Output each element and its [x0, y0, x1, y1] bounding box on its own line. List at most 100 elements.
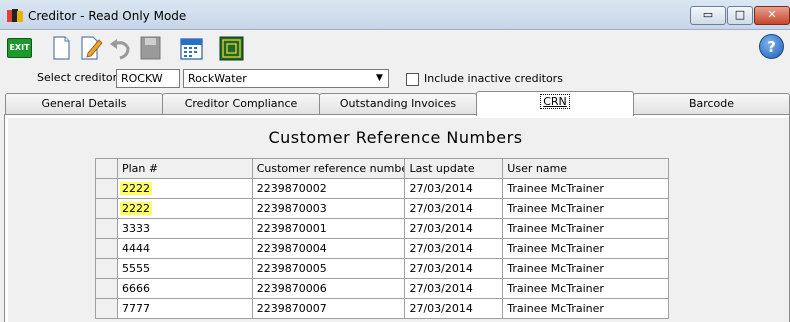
row-selector[interactable]	[96, 299, 118, 319]
cell-plan[interactable]: 4444	[117, 239, 253, 259]
cell-last-update[interactable]: 27/03/2014	[405, 279, 504, 299]
cell-user-name-value: Trainee McTrainer	[507, 202, 604, 215]
row-selector[interactable]	[96, 239, 118, 259]
cell-crn[interactable]: 2239870001	[252, 219, 406, 239]
cell-last-update[interactable]: 27/03/2014	[405, 299, 504, 319]
column-header-user-name[interactable]: User name	[503, 159, 669, 179]
cell-last-update-value: 27/03/2014	[409, 202, 473, 215]
cell-last-update-value: 27/03/2014	[409, 302, 473, 315]
table-row[interactable]: 2222 2239870003 27/03/2014 Trainee McTraine…	[96, 199, 669, 219]
table-row[interactable]: 4444 2239870004 27/03/2014 Trainee McTraine…	[96, 239, 669, 259]
edit-button[interactable]	[76, 33, 104, 61]
new-document-button[interactable]	[46, 33, 74, 61]
crn-panel: Customer Reference Numbers Plan # Custom…	[4, 114, 790, 322]
row-selector[interactable]	[96, 279, 118, 299]
minimize-button[interactable]: ▭	[690, 6, 726, 25]
window-title: Creditor - Read Only Mode	[28, 9, 187, 23]
creditor-name-dropdown[interactable]: RockWater ▼	[183, 69, 389, 88]
tab-general-details[interactable]: General Details	[5, 93, 163, 114]
cell-plan[interactable]: 5555	[117, 259, 253, 279]
row-selector[interactable]	[96, 179, 118, 199]
close-button[interactable]: ✕	[754, 6, 790, 25]
cell-last-update[interactable]: 27/03/2014	[405, 259, 504, 279]
cell-user-name-value: Trainee McTrainer	[507, 222, 604, 235]
cell-user-name[interactable]: Trainee McTrainer	[503, 219, 669, 239]
cell-crn[interactable]: 2239870006	[252, 279, 406, 299]
cell-last-update[interactable]: 27/03/2014	[405, 239, 504, 259]
edit-icon	[81, 36, 103, 60]
save-button[interactable]	[135, 33, 163, 61]
toolbar: EXIT ?	[0, 31, 790, 63]
row-selector[interactable]	[96, 199, 118, 219]
creditor-code-input[interactable]: ROCKW	[116, 69, 180, 88]
cell-last-update[interactable]: 27/03/2014	[405, 219, 504, 239]
close-icon: ✕	[767, 8, 777, 21]
column-header-plan[interactable]: Plan #	[117, 159, 253, 179]
include-inactive-checkbox[interactable]	[406, 73, 419, 86]
cell-last-update[interactable]: 27/03/2014	[405, 179, 504, 199]
cell-plan[interactable]: 7777	[117, 299, 253, 319]
tab-label: CRN	[540, 94, 570, 109]
table-row[interactable]: 5555 2239870005 27/03/2014 Trainee McTraine…	[96, 259, 669, 279]
calendar-button[interactable]	[176, 33, 204, 61]
tab-creditor-compliance[interactable]: Creditor Compliance	[162, 93, 320, 114]
row-selector[interactable]	[96, 219, 118, 239]
cell-user-name-value: Trainee McTrainer	[507, 242, 604, 255]
table-row[interactable]: 3333 2239870001 27/03/2014 Trainee McTraine…	[96, 219, 669, 239]
cell-user-name[interactable]: Trainee McTrainer	[503, 279, 669, 299]
cell-last-update-value: 27/03/2014	[409, 222, 473, 235]
select-creditor-label: Select creditor	[37, 71, 118, 84]
column-header-crn[interactable]: Customer reference number	[252, 159, 406, 179]
cell-last-update[interactable]: 27/03/2014	[405, 199, 504, 219]
report-button[interactable]	[216, 33, 244, 61]
exit-button[interactable]: EXIT	[7, 38, 32, 58]
cell-crn[interactable]: 2239870005	[252, 259, 406, 279]
cell-plan[interactable]: 6666	[117, 279, 253, 299]
help-button[interactable]: ?	[759, 34, 784, 59]
new-document-icon	[53, 36, 70, 60]
tab-outstanding-invoices[interactable]: Outstanding Invoices	[319, 93, 477, 114]
cell-user-name-value: Trainee McTrainer	[507, 262, 604, 275]
tab-label: Outstanding Invoices	[339, 97, 457, 110]
undo-icon	[110, 39, 130, 60]
table-row[interactable]: 7777 2239870007 27/03/2014 Trainee McTraine…	[96, 299, 669, 319]
column-header-last-update[interactable]: Last update	[405, 159, 504, 179]
maximize-icon: □	[734, 8, 746, 21]
cell-crn-value: 2239870003	[256, 202, 327, 215]
cell-plan-value: 3333	[121, 222, 150, 235]
report-icon	[219, 36, 244, 61]
table-row[interactable]: 6666 2239870006 27/03/2014 Trainee McTraine…	[96, 279, 669, 299]
cell-last-update-value: 27/03/2014	[409, 242, 473, 255]
save-icon	[140, 36, 161, 60]
cell-crn-value: 2239870004	[256, 242, 327, 255]
cell-plan-value: 2222	[119, 182, 152, 195]
chevron-down-icon[interactable]: ▼	[372, 71, 387, 86]
cell-user-name[interactable]: Trainee McTrainer	[503, 199, 669, 219]
app-icon	[7, 9, 23, 22]
cell-crn[interactable]: 2239870003	[252, 199, 406, 219]
cell-user-name-value: Trainee McTrainer	[507, 182, 604, 195]
tab-label: General Details	[41, 97, 127, 110]
cell-user-name[interactable]: Trainee McTrainer	[503, 299, 669, 319]
tab-crn[interactable]: CRN	[476, 91, 634, 116]
cell-crn[interactable]: 2239870007	[252, 299, 406, 319]
cell-user-name[interactable]: Trainee McTrainer	[503, 179, 669, 199]
undo-button[interactable]	[105, 33, 133, 61]
cell-plan-value: 7777	[121, 302, 150, 315]
cell-user-name-value: Trainee McTrainer	[507, 282, 604, 295]
cell-user-name-value: Trainee McTrainer	[507, 302, 604, 315]
tab-barcode[interactable]: Barcode	[633, 93, 790, 114]
cell-crn[interactable]: 2239870002	[252, 179, 406, 199]
maximize-button[interactable]: □	[727, 6, 753, 25]
calendar-icon	[180, 38, 203, 60]
cell-plan[interactable]: 2222	[117, 179, 253, 199]
cell-plan[interactable]: 3333	[117, 219, 253, 239]
cell-plan-value: 2222	[119, 202, 152, 215]
cell-user-name[interactable]: Trainee McTrainer	[503, 239, 669, 259]
cell-plan[interactable]: 2222	[117, 199, 253, 219]
cell-crn[interactable]: 2239870004	[252, 239, 406, 259]
cell-crn-value: 2239870007	[256, 302, 327, 315]
row-selector[interactable]	[96, 259, 118, 279]
table-row[interactable]: 2222 2239870002 27/03/2014 Trainee McTraine…	[96, 179, 669, 199]
cell-user-name[interactable]: Trainee McTrainer	[503, 259, 669, 279]
